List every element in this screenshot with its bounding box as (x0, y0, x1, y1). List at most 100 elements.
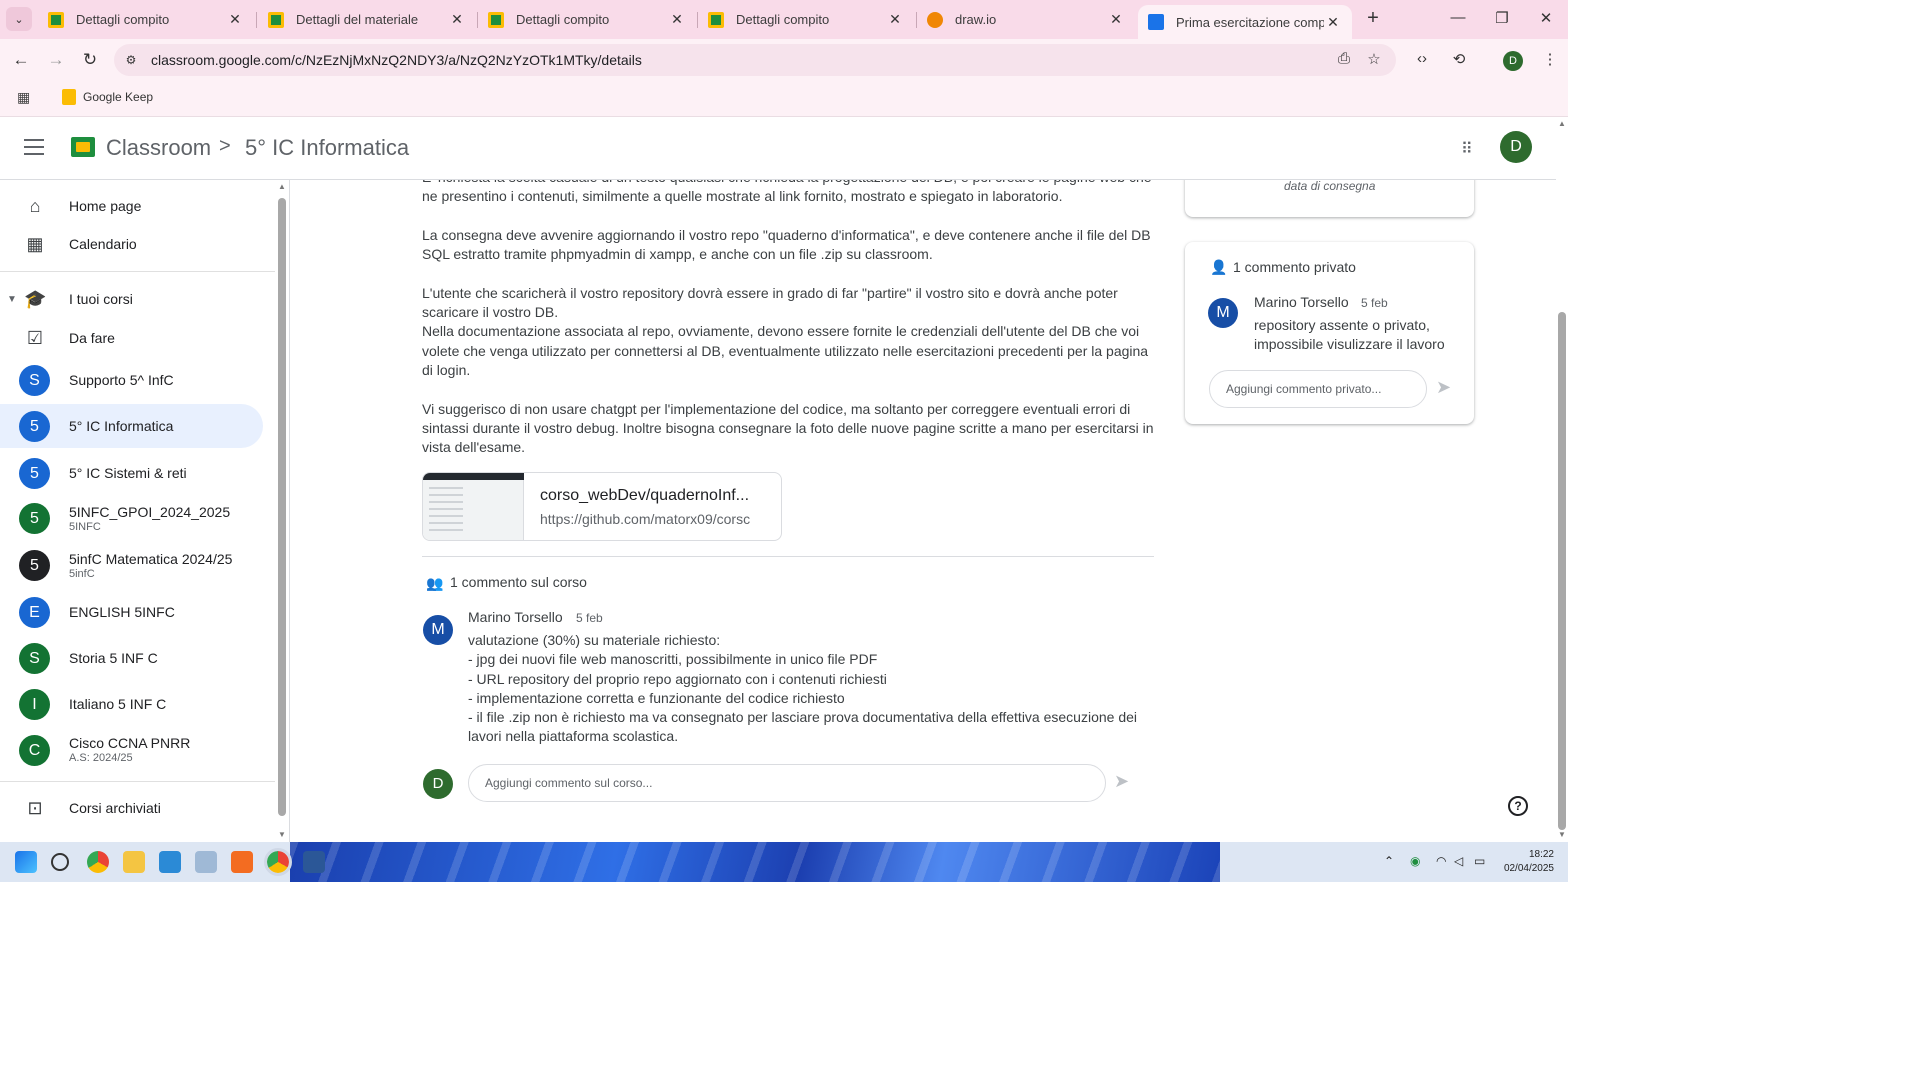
word-icon[interactable] (303, 851, 325, 873)
browser-menu-icon[interactable]: ⋮ (1540, 50, 1560, 70)
clock-date: 02/04/2025 (1503, 863, 1554, 874)
settings-app-icon[interactable] (195, 851, 217, 873)
send-icon[interactable]: ➤ (1114, 771, 1129, 792)
breadcrumb-course[interactable]: 5° IC Informatica (245, 135, 409, 161)
minimize-icon[interactable]: — (1448, 9, 1468, 26)
main-content: E' richiesta la scelta casuale di un tes… (290, 180, 1556, 842)
home-icon: ⌂ (29, 196, 41, 216)
bookmark-label: Google Keep (83, 90, 154, 104)
comment-body: valutazione (30%) su materiale richiesto… (468, 631, 1158, 747)
sidebar-course-item[interactable]: S Storia 5 INF C (0, 636, 263, 680)
browser-tab[interactable]: draw.io ✕ (917, 0, 1135, 39)
attachment-url: https://github.com/matorx09/corsc (540, 511, 751, 527)
person-icon: 👤 (1210, 259, 1228, 275)
sidebar-course-item[interactable]: 5 5INFC_GPOI_2024_2025 5INFC (0, 496, 263, 540)
browser-tab[interactable]: Dettagli compito ✕ (38, 0, 254, 39)
course-avatar: 5 (19, 549, 50, 581)
install-app-icon[interactable]: ⎙ (1334, 50, 1354, 70)
google-keep-icon (62, 89, 76, 105)
help-icon[interactable]: ? (1508, 796, 1528, 816)
comment-line: valutazione (30%) su materiale richiesto… (468, 632, 721, 648)
due-date-text: data di consegna (1284, 180, 1376, 193)
chevron-up-icon[interactable]: ⌃ (1384, 854, 1394, 868)
sidebar-course-item[interactable]: I Italiano 5 INF C (0, 682, 263, 726)
sidebar-item-calendar[interactable]: ▦ Calendario (0, 222, 263, 266)
site-info-icon[interactable]: ⚙ (122, 51, 140, 69)
search-icon[interactable] (51, 853, 69, 871)
comment-date: 5 feb (1361, 296, 1388, 310)
back-icon[interactable]: ← (10, 49, 32, 71)
browser-tab[interactable]: Dettagli compito ✕ (698, 0, 914, 39)
devtools-icon[interactable]: ‹› (1412, 50, 1432, 70)
battery-icon[interactable]: ▭ (1474, 854, 1485, 868)
comment-body: repository assente o privato, impossibil… (1254, 317, 1445, 353)
close-icon[interactable]: ✕ (1324, 14, 1342, 31)
window-close-icon[interactable]: ✕ (1536, 9, 1556, 27)
attachment-title: corso_webDev/quadernoInf... (540, 487, 750, 504)
sidebar-course-item-selected[interactable]: 5 5° IC Informatica (0, 404, 263, 448)
sidebar-course-item[interactable]: 5 5infC Matematica 2024/25 5infC (0, 543, 263, 587)
restore-icon[interactable]: ❐ (1492, 9, 1512, 27)
url-text[interactable]: classroom.google.com/c/NzEzNjMxNzQ2NDY3/… (151, 52, 642, 68)
sidebar-scrollbar[interactable]: ▲ ▼ (277, 180, 287, 842)
google-apps-icon[interactable]: ⠿ (1461, 139, 1479, 158)
user-avatar[interactable]: D (1500, 131, 1532, 163)
chrome-active-icon[interactable] (264, 848, 292, 876)
browser-tab[interactable]: Dettagli del materiale ✕ (258, 0, 476, 39)
security-icon[interactable]: ◉ (1410, 854, 1420, 868)
course-avatar: C (19, 734, 50, 766)
reload-icon[interactable]: ↻ (79, 49, 101, 71)
private-comment-input[interactable]: Aggiungi commento privato... (1209, 370, 1427, 408)
history-icon[interactable]: ⟲ (1449, 50, 1469, 70)
course-avatar: I (19, 688, 50, 720)
xampp-icon[interactable] (231, 851, 253, 873)
sidebar-course-item[interactable]: E ENGLISH 5INFC (0, 590, 263, 634)
classroom-brand[interactable]: Classroom (106, 135, 211, 161)
tab-search-icon[interactable]: ⌄ (6, 7, 32, 31)
file-explorer-icon[interactable] (123, 851, 145, 873)
sidebar-courses-header[interactable]: ▼ 🎓 I tuoi corsi (0, 277, 263, 321)
course-avatar: 5 (19, 457, 50, 489)
class-comment-input[interactable]: Aggiungi commento sul corso... (468, 764, 1106, 802)
main-menu-icon[interactable] (24, 139, 44, 155)
apps-grid-icon[interactable]: ▦ (17, 89, 33, 105)
new-tab-icon[interactable]: + (1362, 8, 1384, 30)
calendar-icon: ▦ (26, 234, 44, 254)
attachment-link[interactable]: corso_webDev/quadernoInf... https://gith… (422, 472, 782, 541)
sidebar-course-item[interactable]: C Cisco CCNA PNRR A.S: 2024/25 (0, 728, 263, 772)
class-comments-header[interactable]: 1 commento sul corso (450, 574, 587, 590)
comment-author: Marino Torsello (468, 609, 563, 625)
comment-date: 5 feb (576, 611, 603, 625)
tab-title: Prima esercitazione completa (1176, 14, 1324, 30)
volume-icon[interactable]: ◁ (1454, 854, 1463, 868)
caret-down-icon: ▼ (7, 293, 17, 305)
system-clock[interactable]: 18:22 02/04/2025 (1500, 848, 1554, 876)
send-icon[interactable]: ➤ (1436, 377, 1451, 398)
browser-profile-avatar[interactable]: D (1503, 51, 1523, 71)
close-icon[interactable]: ✕ (226, 11, 244, 28)
course-avatar: E (19, 596, 50, 628)
main-scrollbar[interactable]: ▲ ▼ (1556, 117, 1568, 842)
people-icon: 👥 (426, 575, 444, 591)
bookmark-star-icon[interactable]: ☆ (1364, 50, 1384, 70)
bookmark-google-keep[interactable]: Google Keep (62, 89, 153, 105)
sidebar-course-item[interactable]: S Supporto 5^ InfC (0, 358, 263, 402)
course-avatar: S (19, 364, 50, 396)
forward-icon[interactable]: → (45, 49, 67, 71)
close-icon[interactable]: ✕ (448, 11, 466, 28)
address-bar[interactable]: ⚙ classroom.google.com/c/NzEzNjMxNzQ2NDY… (114, 44, 1396, 76)
wifi-icon[interactable]: ◠ (1436, 854, 1446, 868)
vscode-icon[interactable] (159, 851, 181, 873)
close-icon[interactable]: ✕ (1107, 11, 1125, 28)
sidebar-item-archived[interactable]: ⊡ Corsi archiviati (0, 786, 263, 830)
classroom-logo-icon[interactable] (71, 137, 95, 157)
windows-start-icon[interactable] (15, 851, 37, 873)
close-icon[interactable]: ✕ (668, 11, 686, 28)
chrome-icon[interactable] (87, 851, 109, 873)
browser-tab[interactable]: Dettagli compito ✕ (478, 0, 696, 39)
sidebar-course-item[interactable]: 5 5° IC Sistemi & reti (0, 451, 263, 495)
sidebar-item-todo[interactable]: ☑ Da fare (0, 316, 263, 360)
close-icon[interactable]: ✕ (886, 11, 904, 28)
browser-tab-active[interactable]: Prima esercitazione completa ✕ (1138, 5, 1352, 39)
private-comments-card: 👤 1 commento privato M Marino Torsello 5… (1185, 242, 1474, 424)
